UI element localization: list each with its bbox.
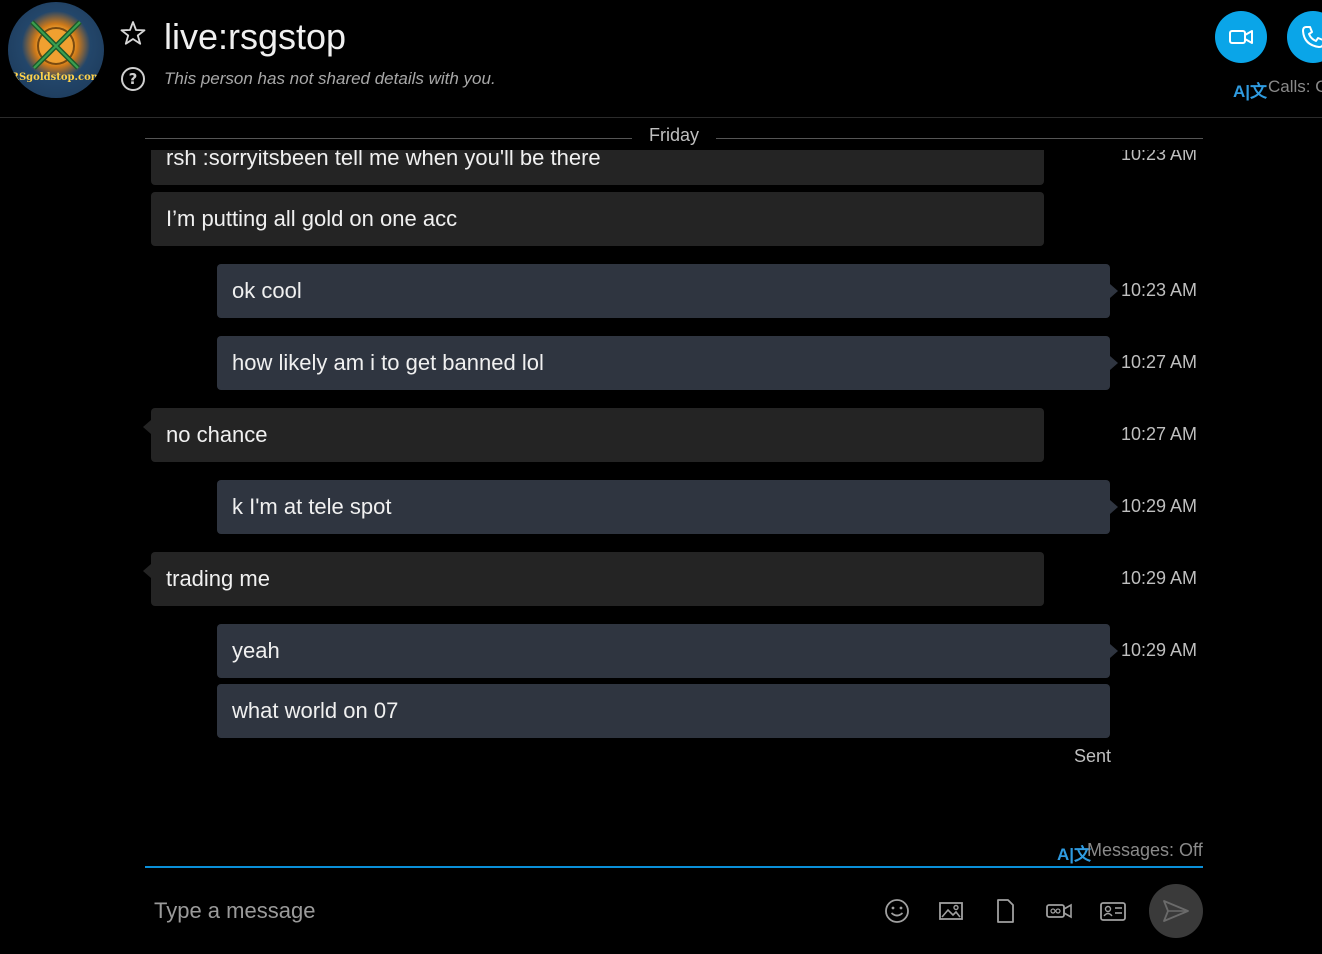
message-text: no chance — [166, 422, 268, 447]
help-icon[interactable]: ? — [121, 67, 145, 91]
favorite-star-icon[interactable] — [120, 20, 146, 46]
message-bubble-outgoing[interactable]: what world on 07 — [217, 684, 1110, 738]
avatar[interactable]: RSgoldstop.com — [8, 2, 104, 98]
date-separator: Friday — [145, 125, 1203, 149]
message-text: ok cool — [232, 278, 302, 303]
message-text: rsh :sorryitsbeen tell me when you'll be… — [166, 150, 601, 170]
message-text: how likely am i to get banned lol — [232, 350, 544, 375]
bubble-tail — [1110, 284, 1118, 298]
message-time: 10:27 AM — [1121, 352, 1198, 372]
message-text: yeah — [232, 638, 280, 663]
message-bubble-incoming[interactable]: no chance — [151, 408, 1044, 462]
bubble-tail — [1110, 644, 1118, 658]
contact-subtitle: This person has not shared details with … — [164, 69, 496, 88]
message-time: 10:23 AM — [1121, 280, 1198, 300]
emoji-icon[interactable] — [883, 897, 911, 925]
message-bubble-incoming[interactable]: trading me — [151, 552, 1044, 606]
contact-name: live:rsgstop — [164, 16, 347, 57]
bubble-tail — [1110, 356, 1118, 370]
audio-call-button[interactable] — [1287, 11, 1322, 63]
contact-card-icon[interactable] — [1099, 897, 1127, 925]
message-text: what world on 07 — [232, 698, 399, 723]
message-bubble-outgoing[interactable]: yeah — [217, 624, 1110, 678]
bubble-tail — [143, 420, 151, 434]
send-button[interactable] — [1149, 884, 1203, 938]
message-list[interactable]: rsh :sorryitsbeen tell me when you'll be… — [0, 150, 1322, 770]
send-icon — [1163, 900, 1189, 922]
message-bubble-outgoing[interactable]: how likely am i to get banned lol — [217, 336, 1110, 390]
file-icon[interactable] — [991, 897, 1019, 925]
message-text: I’m putting all gold on one acc — [166, 206, 458, 231]
crossed-swords-icon — [30, 20, 82, 70]
message-time: 10:23 AM — [1121, 150, 1198, 164]
date-separator-label: Friday — [648, 125, 699, 145]
chat-header: RSgoldstop.com ? live:rsgstop This perso… — [0, 0, 1322, 118]
message-bubble-incoming[interactable]: I’m putting all gold on one acc — [151, 192, 1044, 246]
separator-line-right — [716, 138, 1203, 139]
message-time: 10:29 AM — [1121, 496, 1198, 516]
message-bubble-outgoing[interactable]: ok cool — [217, 264, 1110, 318]
translate-calls-icon[interactable]: A|文 — [1233, 77, 1267, 102]
video-call-button[interactable] — [1215, 11, 1267, 63]
phone-icon — [1302, 26, 1322, 48]
message-text: k I'm at tele spot — [232, 494, 392, 519]
bubble-tail — [143, 564, 151, 578]
message-time: 10:29 AM — [1121, 568, 1198, 588]
sent-status: Sent — [1074, 746, 1112, 766]
calls-translation-status[interactable]: Calls: O — [1268, 77, 1322, 97]
message-text: trading me — [166, 566, 270, 591]
message-input[interactable] — [145, 884, 854, 938]
image-icon[interactable] — [937, 897, 965, 925]
video-camera-icon — [1229, 30, 1253, 44]
separator-line-left — [145, 138, 632, 139]
message-time: 10:29 AM — [1121, 640, 1198, 660]
messages-translation-status[interactable]: Messages: Off — [1087, 840, 1203, 861]
translate-messages-icon[interactable]: A|文 — [1057, 840, 1091, 865]
composer-divider — [145, 866, 1203, 868]
bubble-tail — [1110, 500, 1118, 514]
message-bubble-incoming[interactable]: rsh :sorryitsbeen tell me when you'll be… — [151, 150, 1044, 185]
message-bubble-outgoing[interactable]: k I'm at tele spot — [217, 480, 1110, 534]
message-time: 10:27 AM — [1121, 424, 1198, 444]
video-message-icon[interactable] — [1045, 897, 1073, 925]
avatar-logo-text: RSgoldstop.com — [10, 72, 102, 83]
